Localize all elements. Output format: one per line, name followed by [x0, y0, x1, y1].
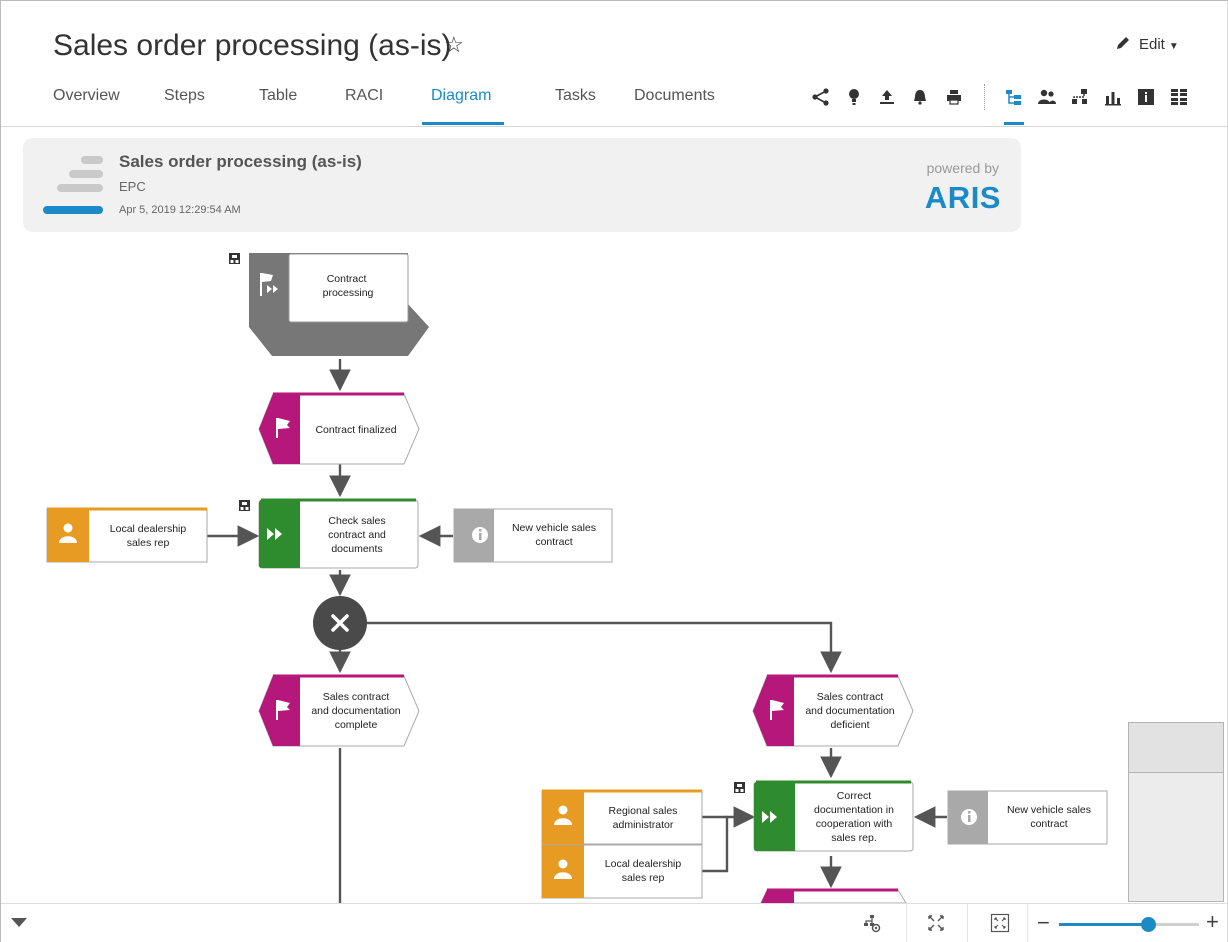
share-icon[interactable]	[811, 87, 831, 107]
zoom-out-button[interactable]: −	[1037, 910, 1050, 936]
grid-view-icon[interactable]	[1169, 87, 1189, 107]
toolbar-divider	[1027, 904, 1028, 942]
tab-raci[interactable]: RACI	[345, 87, 383, 105]
chevron-down-icon: ▼	[1168, 41, 1179, 52]
assignment-icon	[734, 782, 745, 793]
layout-icon[interactable]	[861, 912, 883, 934]
fit-to-screen-icon[interactable]	[925, 912, 947, 934]
hierarchy-icon[interactable]	[1070, 87, 1090, 107]
info-icon[interactable]	[1136, 87, 1156, 107]
print-icon[interactable]	[944, 87, 964, 107]
function-check-sales-contract[interactable]: Check sales contract and documents	[239, 498, 419, 569]
tab-steps[interactable]: Steps	[164, 87, 205, 105]
role-local-dealership-sales-rep[interactable]: Local dealership sales rep	[46, 507, 208, 563]
tree-structure-icon[interactable]	[1004, 87, 1024, 107]
info-circle-icon	[961, 809, 977, 825]
assignment-icon	[239, 500, 250, 511]
bottom-toolbar: − +	[1, 903, 1227, 942]
fullscreen-icon[interactable]	[989, 912, 1011, 934]
event-documentation-complete[interactable]: Sales contract and documentation complete	[258, 674, 420, 747]
process-interface[interactable]: Contract processing	[229, 253, 429, 356]
assignment-icon	[229, 253, 240, 264]
diagram-canvas[interactable]: Sales order processing (as-is) EPC Apr 5…	[1, 128, 1227, 903]
node-label-line: Contract	[327, 273, 367, 285]
event-documentation-deficient[interactable]: Sales contract and documentation deficient	[752, 674, 914, 747]
notification-bell-icon[interactable]	[910, 87, 930, 107]
active-tab-indicator	[422, 122, 504, 125]
node-label: Contract finalized	[315, 424, 396, 436]
event-partial[interactable]	[760, 888, 907, 903]
zoom-in-button[interactable]: +	[1206, 909, 1219, 935]
tab-documents[interactable]: Documents	[634, 87, 715, 105]
zoom-slider-fill	[1059, 923, 1149, 926]
info-new-vehicle-sales-contract-2[interactable]: New vehicle sales contract	[947, 790, 1108, 845]
favorite-star-icon[interactable]: ☆	[444, 32, 464, 58]
upload-icon[interactable]	[877, 87, 897, 107]
toolbar-divider	[984, 84, 985, 110]
pencil-icon	[1117, 37, 1129, 49]
epc-diagram: Contract processing Contract finalized L…	[46, 253, 1108, 903]
role-local-dealership-sales-rep-2[interactable]: Local dealership sales rep	[541, 844, 703, 899]
tab-diagram[interactable]: Diagram	[431, 87, 491, 105]
node-label: Check sales contract and documents	[328, 515, 386, 555]
app-window: Sales order processing (as-is) ☆ Edit ▼ O…	[0, 0, 1228, 942]
tab-tasks[interactable]: Tasks	[555, 87, 596, 105]
bar-chart-icon[interactable]	[1103, 87, 1123, 107]
zoom-slider-track[interactable]	[1059, 923, 1199, 926]
toolbar-divider	[967, 904, 968, 942]
tab-overview[interactable]: Overview	[53, 87, 120, 105]
tab-table[interactable]: Table	[259, 87, 297, 105]
collapse-arrow-icon[interactable]	[11, 918, 27, 927]
role-regional-sales-administrator[interactable]: Regional sales administrator	[541, 789, 703, 845]
xor-connector[interactable]	[313, 596, 367, 650]
function-correct-documentation[interactable]: Correct documentation in cooperation with s…	[734, 780, 914, 852]
minimap-viewport[interactable]	[1129, 723, 1223, 773]
event-contract-finalized[interactable]: Contract finalized	[258, 392, 420, 465]
header: Sales order processing (as-is) ☆ Edit ▼ O…	[1, 1, 1227, 127]
edit-button[interactable]: Edit ▼	[1115, 35, 1179, 53]
lightbulb-icon[interactable]	[844, 87, 864, 107]
minimap[interactable]	[1128, 722, 1224, 902]
users-icon[interactable]	[1037, 87, 1057, 107]
edit-label: Edit	[1139, 36, 1165, 53]
info-circle-icon	[472, 527, 488, 543]
toolbar-divider	[906, 904, 907, 942]
active-view-indicator	[1004, 122, 1024, 125]
page-title: Sales order processing (as-is)	[53, 29, 452, 62]
zoom-slider-handle[interactable]	[1141, 917, 1157, 932]
info-new-vehicle-sales-contract[interactable]: New vehicle sales contract	[453, 508, 613, 563]
node-label-line: processing	[323, 287, 374, 299]
